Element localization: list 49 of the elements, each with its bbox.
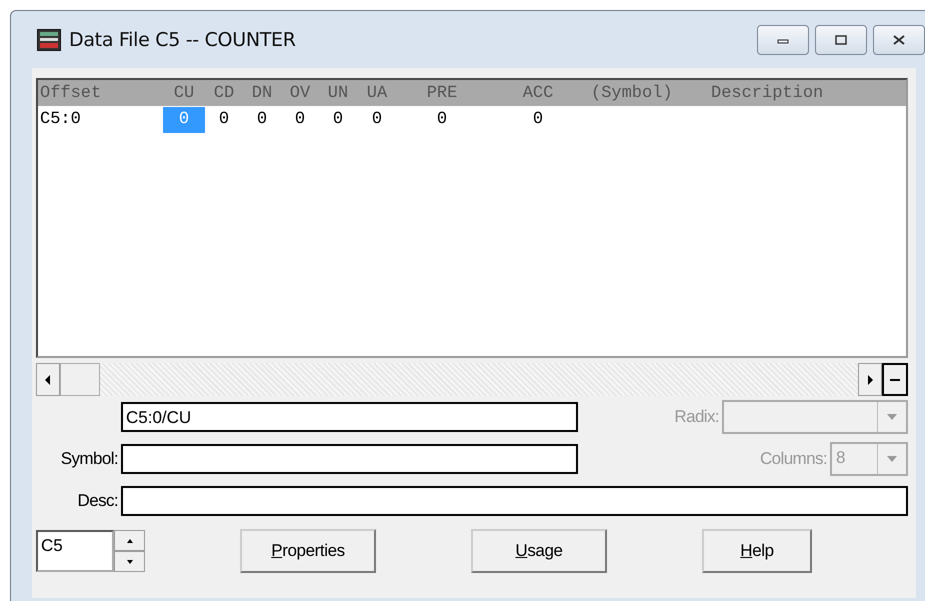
column-header: OV [288, 84, 312, 102]
table-cell[interactable]: 0 [243, 107, 281, 133]
down-triangle-icon [126, 560, 132, 564]
minimize-button[interactable] [757, 24, 809, 54]
scroll-left-button[interactable] [36, 363, 60, 396]
column-header: CU [172, 84, 196, 102]
column-header: Offset [39, 84, 102, 102]
column-header: UA [366, 84, 388, 102]
desc-label: Desc: [76, 491, 119, 511]
scroll-thumb[interactable] [60, 363, 100, 396]
dialog-button[interactable]: Usage [471, 529, 607, 573]
column-header: Description [710, 84, 824, 102]
left-triangle-icon [45, 374, 51, 384]
right-triangle-icon [867, 374, 873, 384]
columns-label: Columns: [760, 449, 827, 469]
up-triangle-icon [126, 538, 132, 542]
radix-label: Radix: [674, 407, 719, 427]
maximize-button[interactable] [815, 24, 867, 54]
table-cell[interactable]: C5:0 [38, 107, 163, 133]
dialog-button[interactable]: Properties [240, 529, 376, 573]
table-cell[interactable]: 0 [319, 107, 357, 133]
window-title: Data File C5 -- COUNTER [69, 28, 296, 50]
column-header: CD [212, 84, 236, 102]
symbol-label: Symbol: [60, 449, 119, 469]
column-header: ACC [522, 84, 554, 102]
desc-field[interactable] [121, 486, 908, 516]
scroll-right-button[interactable] [858, 363, 882, 396]
maximize-icon [835, 34, 847, 44]
app-icon [37, 28, 61, 50]
dropdown-arrow-icon [887, 456, 897, 462]
column-header: (Symbol) [590, 84, 674, 102]
table-cell[interactable]: 0 [397, 107, 487, 133]
symbol-field[interactable] [121, 444, 578, 474]
collapse-button[interactable] [882, 363, 908, 396]
table-cell[interactable]: 0 [357, 107, 397, 133]
column-header: PRE [426, 84, 458, 102]
column-header: DN [250, 84, 274, 102]
table-cell[interactable]: 0 [487, 107, 589, 133]
dropdown-arrow-icon [887, 414, 897, 420]
column-header: UN [326, 84, 350, 102]
dialog-button[interactable]: Help [702, 529, 812, 573]
minus-icon [890, 378, 900, 380]
close-button[interactable] [873, 24, 925, 54]
address-field[interactable]: C5:0/CU [121, 402, 578, 432]
horizontal-scrollbar[interactable] [36, 363, 908, 396]
file-field[interactable]: C5 [36, 530, 114, 572]
table-cell[interactable]: 0 [205, 107, 243, 133]
table-cell[interactable]: 0 [281, 107, 319, 133]
close-icon [893, 34, 905, 44]
